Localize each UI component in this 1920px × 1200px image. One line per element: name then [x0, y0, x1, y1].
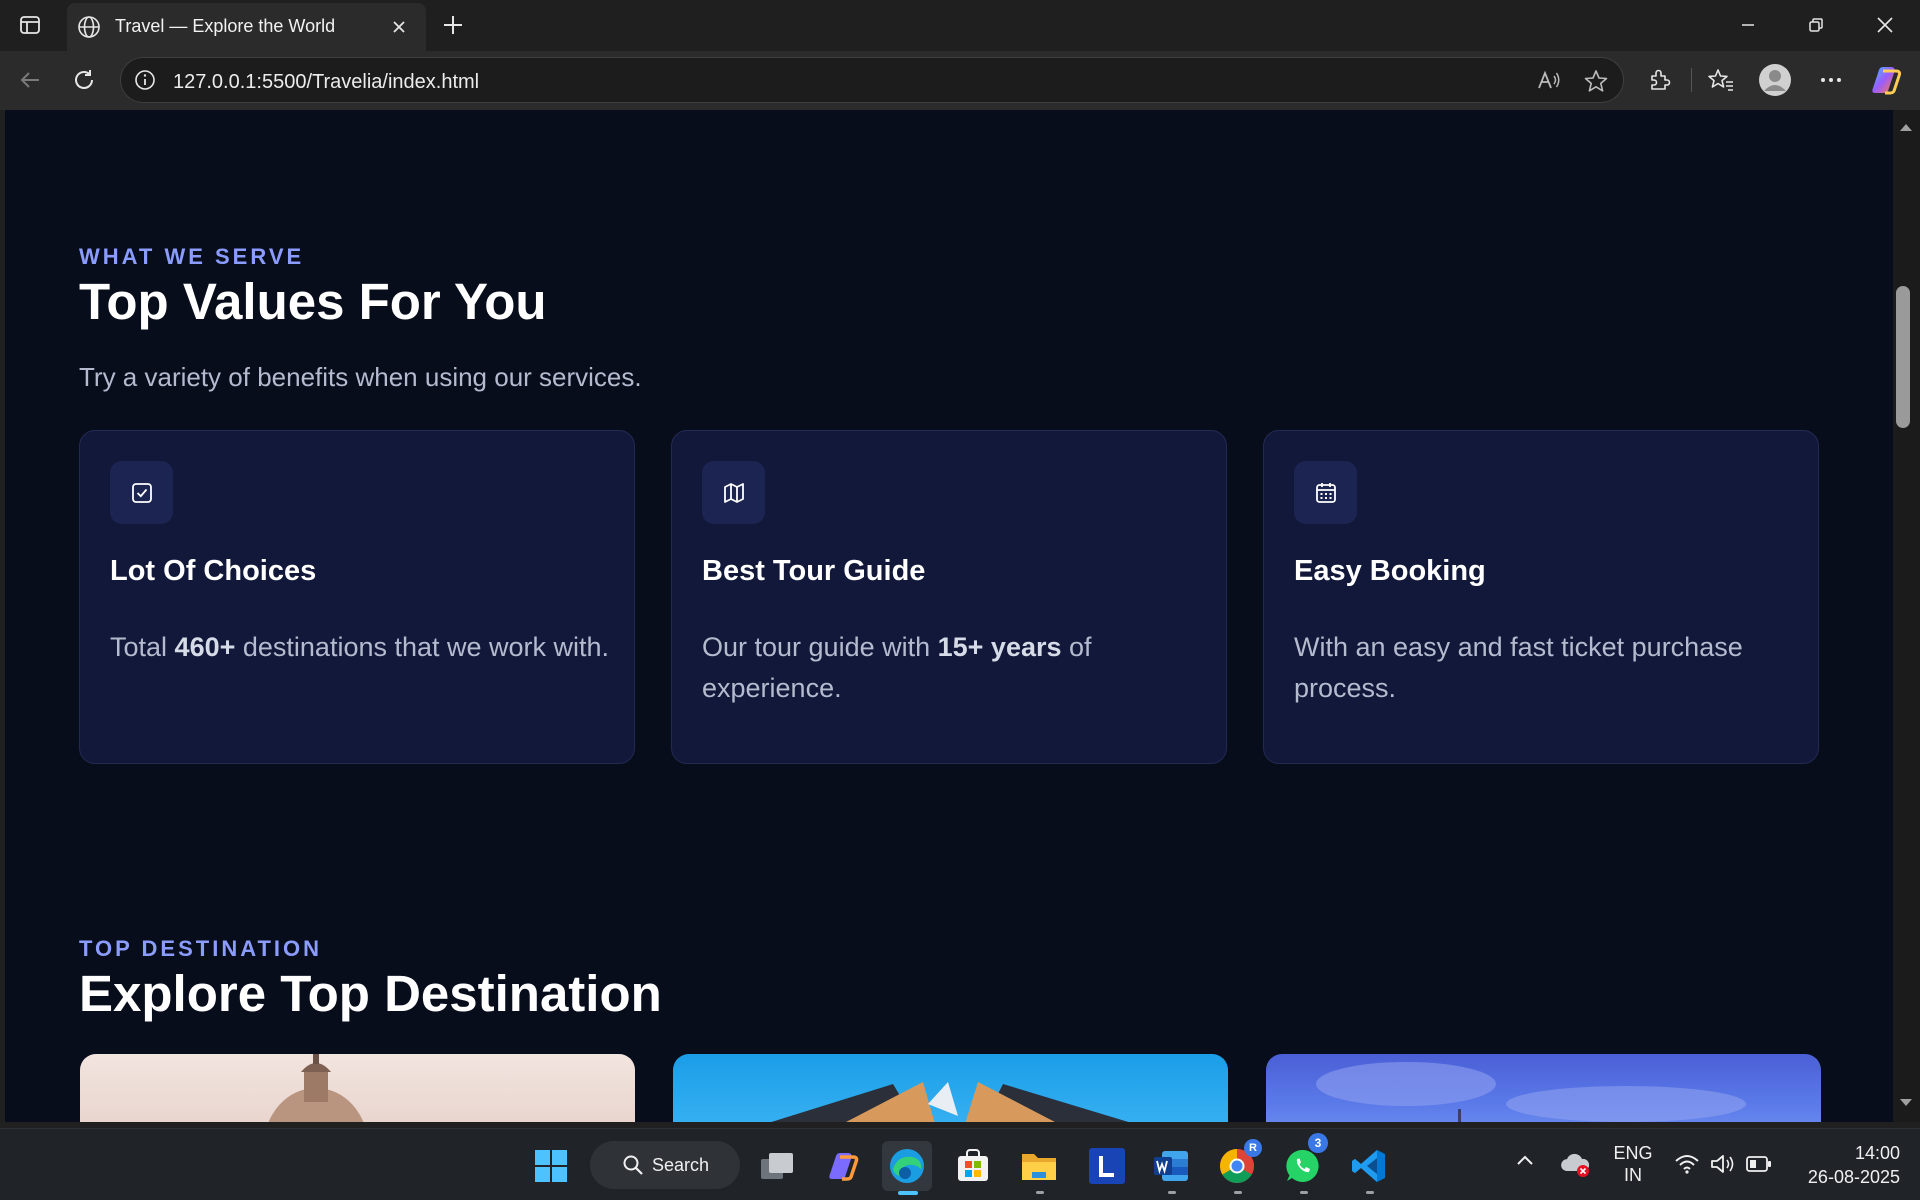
destination-heading: Explore Top Destination [79, 965, 662, 1022]
search-label: Search [652, 1155, 710, 1175]
favorites-icon[interactable] [1703, 62, 1739, 98]
scroll-thumb[interactable] [1896, 286, 1910, 428]
page-scrollbar[interactable] [1893, 110, 1920, 1122]
file-explorer-icon[interactable] [1014, 1141, 1064, 1191]
taskbar-search-box[interactable]: Search [590, 1141, 740, 1189]
windows-taskbar: Search R 3 ENG IN 14:00 26-08-2025 [0, 1128, 1920, 1200]
word-icon[interactable] [1146, 1141, 1196, 1191]
close-tab-icon[interactable] [385, 13, 413, 41]
card-title: Best Tour Guide [702, 555, 926, 587]
scroll-up-arrow-icon[interactable] [1899, 122, 1913, 132]
browser-toolbar: 127.0.0.1:5500/Travelia/index.html [0, 51, 1920, 110]
windows-start-icon[interactable] [526, 1141, 576, 1191]
l-app-icon[interactable] [1082, 1141, 1132, 1191]
page-viewport: WHAT WE SERVE Top Values For You Try a v… [5, 110, 1893, 1122]
profile-avatar-icon[interactable] [1757, 62, 1793, 98]
tab-title: Travel — Explore the World [115, 16, 336, 36]
scroll-down-arrow-icon[interactable] [1899, 1098, 1913, 1108]
url-text[interactable]: 127.0.0.1:5500/Travelia/index.html [173, 71, 479, 94]
copilot-icon[interactable] [1866, 60, 1906, 100]
search-icon [623, 1155, 643, 1175]
edge-active-indicator [898, 1191, 918, 1195]
browser-tab[interactable]: Travel — Explore the World [67, 3, 426, 51]
values-subtext: Try a variety of benefits when using our… [79, 362, 642, 392]
file-explorer-indicator [1036, 1191, 1044, 1194]
refresh-icon[interactable] [66, 62, 102, 98]
card-description: With an easy and fast ticket purchase pr… [1294, 632, 1743, 703]
address-bar[interactable]: 127.0.0.1:5500/Travelia/index.html [120, 57, 1624, 103]
language-indicator[interactable]: ENG IN [1608, 1142, 1658, 1186]
clock-time: 14:00 [1854, 1143, 1900, 1163]
chrome-profile-badge: R [1244, 1139, 1262, 1157]
word-indicator [1168, 1191, 1176, 1194]
new-tab-icon[interactable] [436, 8, 470, 42]
calendar-icon [1294, 461, 1357, 524]
card-description: Our tour guide with 15+ years of experie… [702, 632, 1092, 703]
task-view-icon[interactable] [752, 1141, 802, 1191]
edge-browser-icon[interactable] [882, 1141, 932, 1191]
region-code: IN [1624, 1165, 1642, 1185]
card-title: Easy Booking [1294, 555, 1486, 587]
sidebar-toggle-icon[interactable] [14, 9, 46, 41]
card-description: Total 460+ destinations that we work wit… [110, 632, 610, 662]
restore-icon[interactable] [1783, 0, 1849, 50]
clock-date: 26-08-2025 [1807, 1167, 1900, 1187]
whatsapp-notification-badge: 3 [1308, 1133, 1328, 1153]
language-code: ENG [1613, 1143, 1653, 1163]
volume-icon[interactable] [1710, 1153, 1736, 1175]
destination-image-sky[interactable] [1266, 1054, 1821, 1122]
globe-icon [75, 13, 103, 41]
vscode-icon[interactable] [1344, 1141, 1394, 1191]
more-menu-icon[interactable] [1813, 62, 1849, 98]
value-card-best-tour-guide: Best Tour Guide Our tour guide with 15+ … [671, 430, 1227, 764]
toolbar-divider [1691, 68, 1692, 92]
copilot-app-icon[interactable] [818, 1141, 868, 1191]
values-heading: Top Values For You [79, 273, 547, 330]
vscode-indicator [1366, 1191, 1374, 1194]
close-window-icon[interactable] [1852, 0, 1918, 50]
whatsapp-indicator [1300, 1191, 1308, 1194]
read-aloud-icon[interactable] [1534, 66, 1564, 96]
clock[interactable]: 14:00 26-08-2025 [1790, 1141, 1900, 1189]
extensions-icon[interactable] [1642, 62, 1678, 98]
battery-icon[interactable] [1746, 1155, 1772, 1173]
map-icon [702, 461, 765, 524]
card-title: Lot Of Choices [110, 555, 317, 587]
values-eyebrow: WHAT WE SERVE [79, 244, 305, 269]
site-info-icon[interactable] [133, 68, 157, 92]
destination-eyebrow: TOP DESTINATION [79, 936, 323, 961]
favorite-star-icon[interactable] [1581, 66, 1611, 96]
value-card-lot-of-choices: Lot Of Choices Total 460+ destinations t… [79, 430, 635, 764]
checkbox-icon [110, 461, 173, 524]
chrome-indicator [1234, 1191, 1242, 1194]
minimize-icon[interactable] [1715, 0, 1781, 50]
value-card-easy-booking: Easy Booking With an easy and fast ticke… [1263, 430, 1819, 764]
wifi-icon[interactable] [1674, 1153, 1700, 1175]
microsoft-store-icon[interactable] [948, 1141, 998, 1191]
destination-image-building[interactable] [673, 1054, 1228, 1122]
onedrive-error-icon[interactable] [1560, 1151, 1592, 1179]
tray-overflow-chevron-icon[interactable] [1516, 1153, 1538, 1175]
destination-image-dome[interactable] [80, 1054, 635, 1122]
back-arrow-icon[interactable] [12, 62, 48, 98]
browser-title-bar: Travel — Explore the World [0, 0, 1920, 51]
